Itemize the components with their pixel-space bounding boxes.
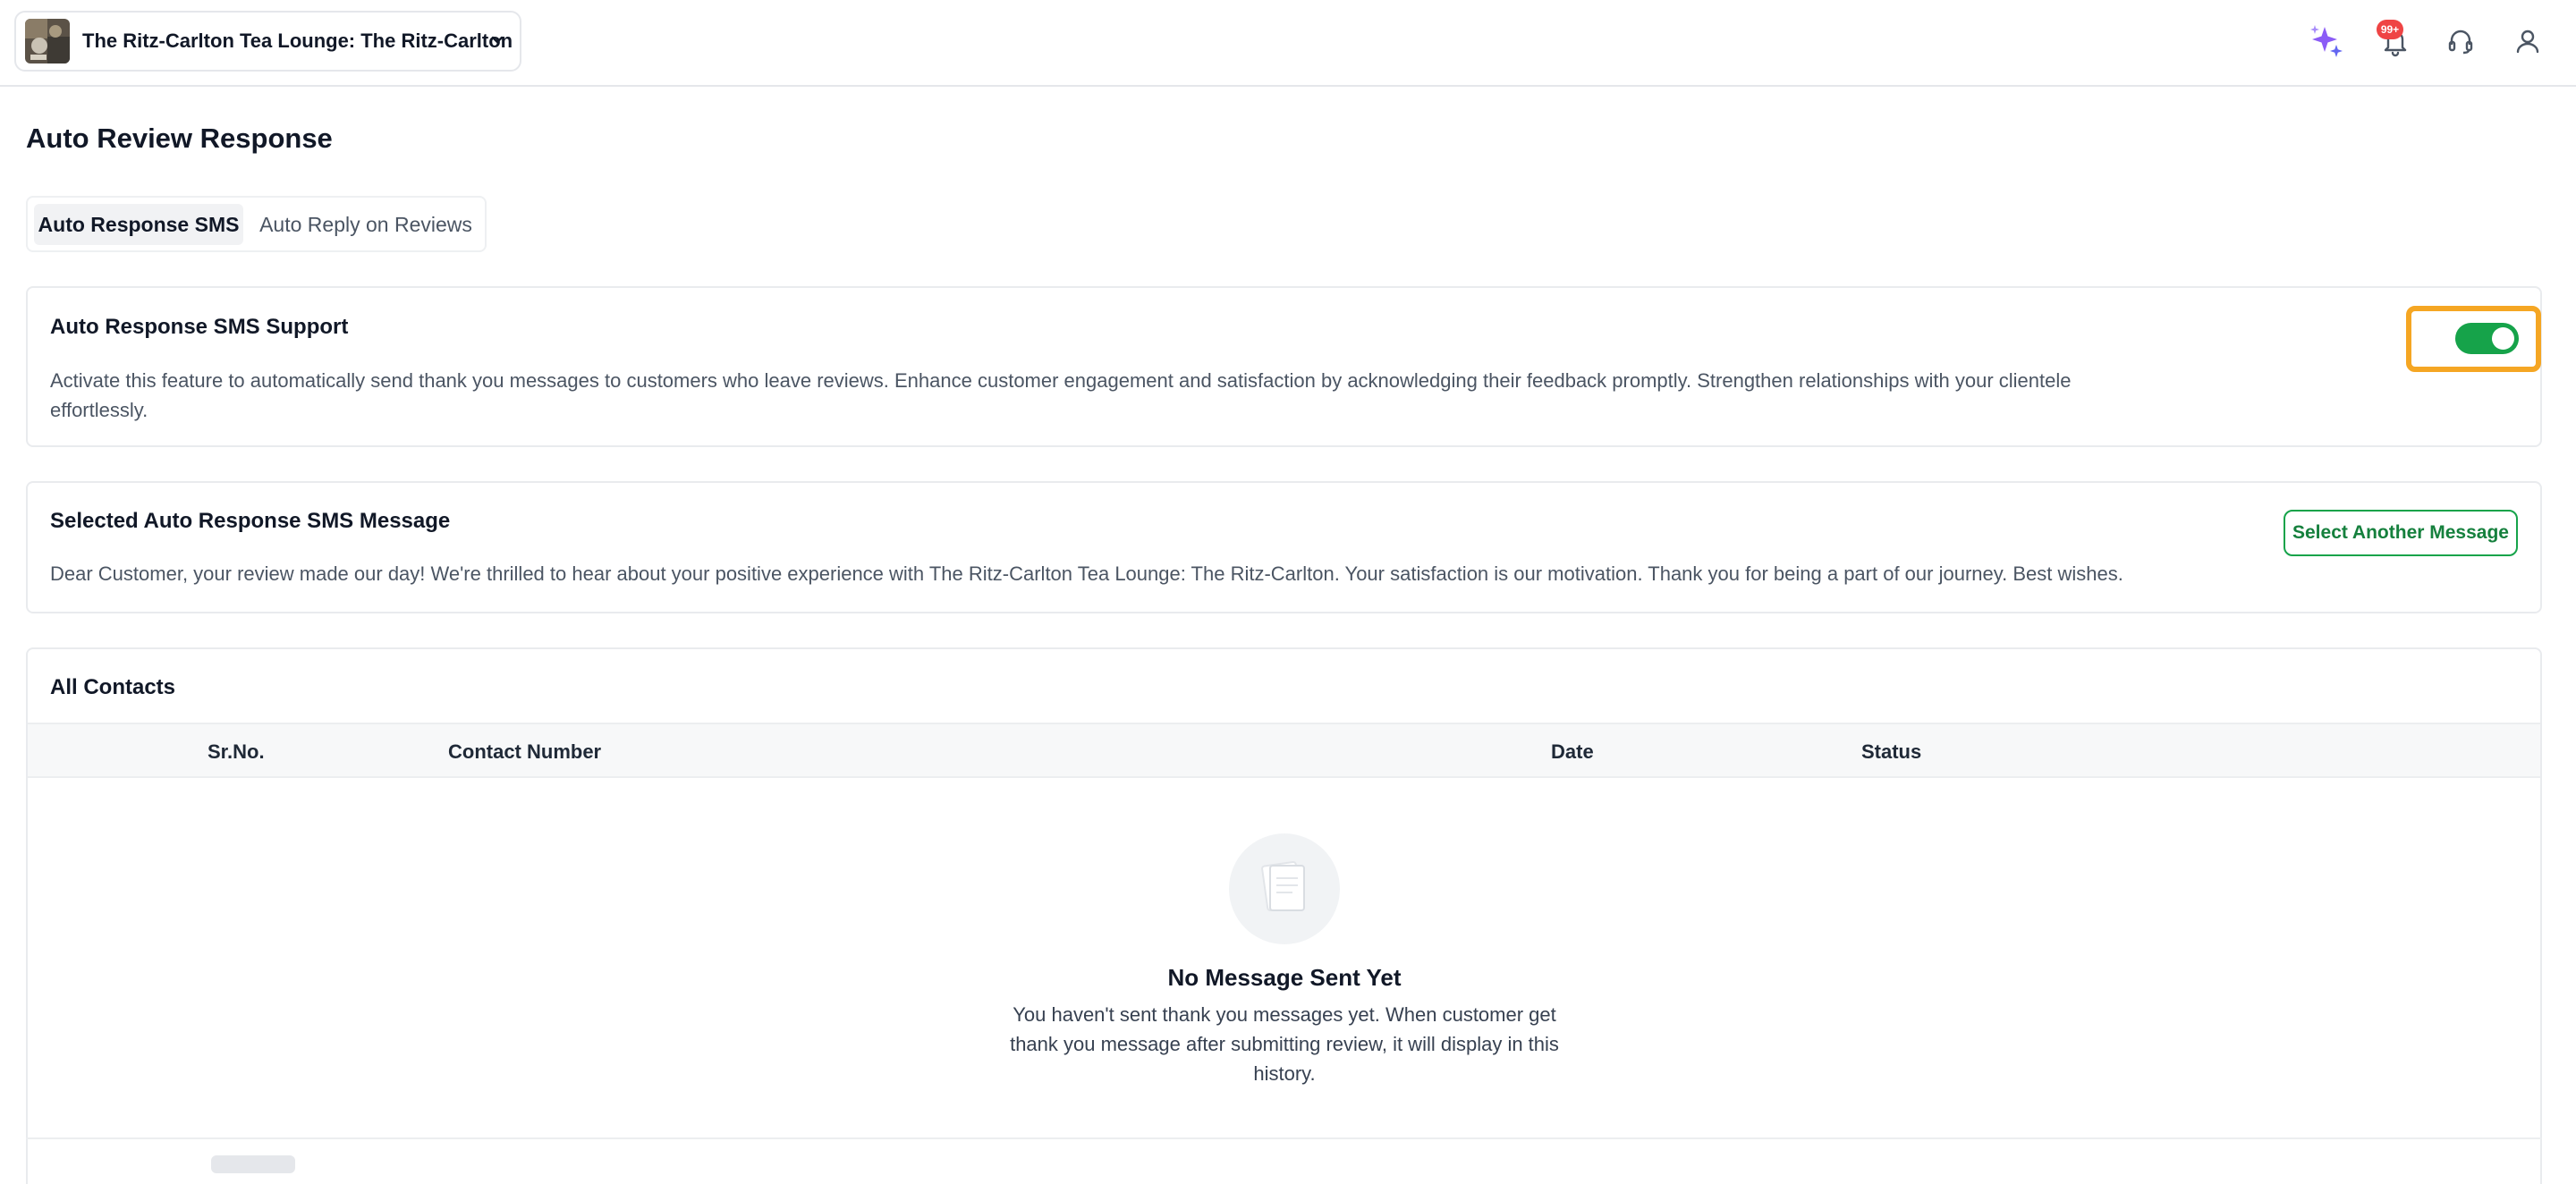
empty-state-title: No Message Sent Yet [1167,964,1402,991]
selected-message-title: Selected Auto Response SMS Message [50,509,451,533]
document-icon [1261,860,1305,912]
business-name: The Ritz-Carlton Tea Lounge: The Ritz-Ca… [82,30,513,52]
column-header-status: Status [1861,740,1922,763]
selected-message-text: Dear Customer, your review made our day!… [50,562,2123,585]
pagination-control[interactable] [211,1155,295,1173]
select-another-message-button[interactable]: Select Another Message [2284,510,2518,556]
top-bar: The Ritz-Carlton Tea Lounge: The Ritz-Ca… [0,0,2576,87]
sms-support-description: Activate this feature to automatically s… [50,369,2072,421]
sms-support-card: Auto Response SMS Support Activate this … [26,286,2542,447]
ai-sparkle-icon[interactable] [2307,21,2346,61]
table-footer-divider [26,1137,2542,1139]
chevron-down-icon [491,36,504,44]
user-icon[interactable] [2508,21,2547,61]
contacts-title: All Contacts [50,675,176,699]
tab-auto-response-sms[interactable]: Auto Response SMS [34,204,243,245]
business-thumbnail [25,19,70,63]
business-selector[interactable]: The Ritz-Carlton Tea Lounge: The Ritz-Ca… [14,11,521,72]
notification-badge: 99+ [2377,20,2403,39]
empty-state-illustration [1229,833,1340,944]
column-header-srno: Sr.No. [208,740,265,763]
page-title: Auto Review Response [26,123,333,154]
sms-support-title: Auto Response SMS Support [50,315,349,339]
selected-message-card: Selected Auto Response SMS Message Dear … [26,481,2542,613]
contacts-table-header: Sr.No. Contact Number Date Status [28,723,2540,778]
sms-support-toggle[interactable] [2455,323,2519,354]
headset-icon[interactable] [2441,21,2480,61]
tab-auto-reply-on-reviews[interactable]: Auto Reply on Reviews [253,204,479,245]
tab-bar: Auto Response SMS Auto Reply on Reviews [26,196,487,252]
column-header-date: Date [1551,740,1594,763]
toggle-knob [2492,327,2514,350]
empty-state-description: You haven't sent thank you messages yet.… [1010,1003,1559,1085]
column-header-contact-number: Contact Number [448,740,602,763]
